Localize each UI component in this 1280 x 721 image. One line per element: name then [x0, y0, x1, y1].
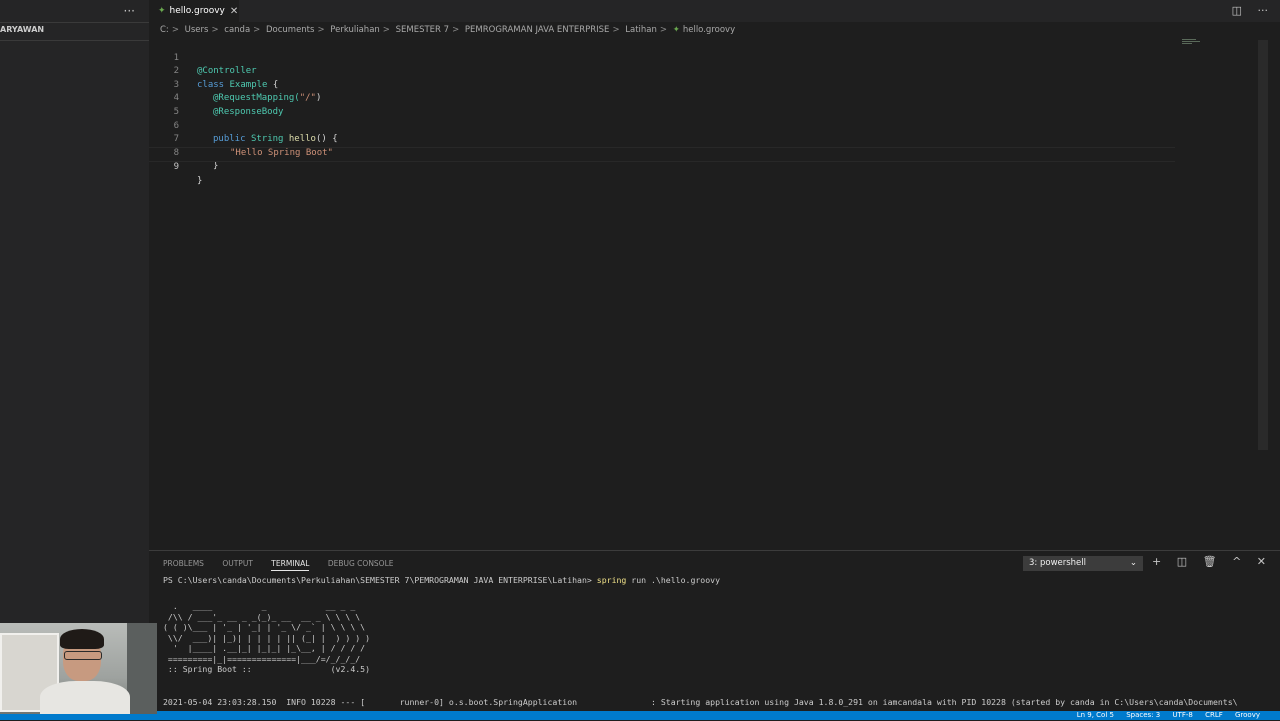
line-number: 9: [173, 162, 179, 173]
code-line[interactable]: 4 @ResponseBody: [149, 79, 1175, 117]
webcam-overlay: [0, 623, 157, 714]
code-editor[interactable]: 1 @Controller 2 class Example { 3 @Reque…: [149, 38, 1259, 548]
sidebar-section-title: ARYAWAN: [0, 25, 45, 34]
status-encoding[interactable]: UTF-8: [1172, 711, 1192, 719]
chevron-down-icon: ⌄: [1129, 558, 1137, 568]
sidebar-section[interactable]: ARYAWAN: [0, 22, 149, 41]
tab-label: hello.groovy: [169, 6, 225, 16]
breadcrumb-item[interactable]: Latihan: [625, 25, 657, 35]
breadcrumb-item[interactable]: PEMROGRAMAN JAVA ENTERPRISE: [465, 25, 610, 35]
sidebar-more-button[interactable]: ···: [124, 4, 135, 18]
tab-terminal[interactable]: TERMINAL: [271, 559, 310, 571]
tab-output[interactable]: OUTPUT: [222, 559, 253, 568]
terminal-command-args: run .\hello.groovy: [626, 575, 721, 585]
close-icon[interactable]: ✕: [230, 6, 238, 17]
spring-ascii-banner: . ____ _ __ _ _ /\\ / ___'_ __ _ _(_)_ _…: [163, 601, 371, 674]
editor-actions: ◫ ···: [1220, 4, 1268, 17]
groovy-icon: ✦: [158, 6, 166, 16]
breadcrumb-item[interactable]: Perkuliahan: [330, 25, 380, 35]
bottom-panel: PROBLEMS OUTPUT TERMINAL DEBUG CONSOLE 3…: [149, 550, 1280, 721]
tab-debug-console[interactable]: DEBUG CONSOLE: [328, 559, 394, 568]
code-line[interactable]: 2 class Example {: [149, 52, 1175, 90]
terminal-select[interactable]: 3: powershell ⌄: [1023, 556, 1143, 571]
breadcrumb: C: > Users > canda > Documents > Perkuliahan…: [160, 25, 736, 35]
breadcrumb-item[interactable]: Users: [185, 25, 209, 35]
close-panel-icon[interactable]: ✕: [1257, 555, 1266, 568]
explorer-sidebar: ··· ARYAWAN: [0, 0, 149, 720]
split-editor-icon[interactable]: ◫: [1232, 4, 1242, 17]
status-indentation[interactable]: Spaces: 3: [1126, 711, 1160, 719]
code-token: }: [213, 161, 219, 172]
terminal-command: spring: [596, 575, 627, 585]
code-line[interactable]: 3 @RequestMapping("/"): [149, 65, 1175, 104]
panel-tabs: PROBLEMS OUTPUT TERMINAL DEBUG CONSOLE: [163, 559, 410, 571]
code-line[interactable]: 6 public String hello() {: [149, 106, 1175, 145]
tab-problems[interactable]: PROBLEMS: [163, 559, 204, 568]
maximize-panel-icon[interactable]: ^: [1232, 555, 1241, 568]
code-line[interactable]: 1 @Controller: [149, 38, 1175, 77]
editor-scrollbar[interactable]: [1258, 40, 1268, 450]
terminal-prompt-line[interactable]: PS C:\Users\canda\Documents\Perkuliahan\…: [163, 575, 720, 586]
status-language[interactable]: Groovy: [1235, 711, 1260, 719]
groovy-icon: ✦: [672, 25, 680, 35]
code-line[interactable]: 8 }: [149, 133, 1175, 172]
minimap[interactable]: [1182, 38, 1222, 50]
code-line[interactable]: 7 "Hello Spring Boot": [149, 120, 1175, 158]
new-terminal-icon[interactable]: +: [1152, 555, 1161, 568]
breadcrumb-item[interactable]: Documents: [266, 25, 314, 35]
trash-icon[interactable]: 🗑: [1203, 555, 1217, 568]
breadcrumb-item[interactable]: canda: [224, 25, 250, 35]
tab-hello-groovy[interactable]: ✦ hello.groovy ✕: [149, 0, 239, 22]
more-actions-icon[interactable]: ···: [1258, 4, 1269, 17]
status-cursor-position[interactable]: Ln 9, Col 5: [1077, 711, 1114, 719]
split-terminal-icon[interactable]: ◫: [1177, 555, 1187, 568]
terminal-log-line: 2021-05-04 23:03:28.150 INFO 10228 --- […: [163, 697, 1238, 707]
breadcrumb-item[interactable]: SEMESTER 7: [396, 25, 449, 35]
code-token: }: [197, 175, 203, 186]
status-bar: Ln 9, Col 5 Spaces: 3 UTF-8 CRLF Groovy: [0, 711, 1280, 720]
editor-tab-bar: ✦ hello.groovy ✕ ◫ ···: [149, 0, 1280, 22]
breadcrumb-item[interactable]: C:: [160, 25, 169, 35]
code-line-current[interactable]: 9 }: [149, 146, 1175, 186]
panel-actions: + ◫ 🗑 ^ ✕: [1140, 555, 1266, 568]
terminal-select-value: 3: powershell: [1029, 558, 1087, 568]
code-line[interactable]: 5: [149, 92, 1175, 117]
terminal-prompt: PS C:\Users\canda\Documents\Perkuliahan\…: [163, 575, 597, 585]
breadcrumb-item[interactable]: hello.groovy: [683, 25, 735, 35]
status-eol[interactable]: CRLF: [1205, 711, 1223, 719]
